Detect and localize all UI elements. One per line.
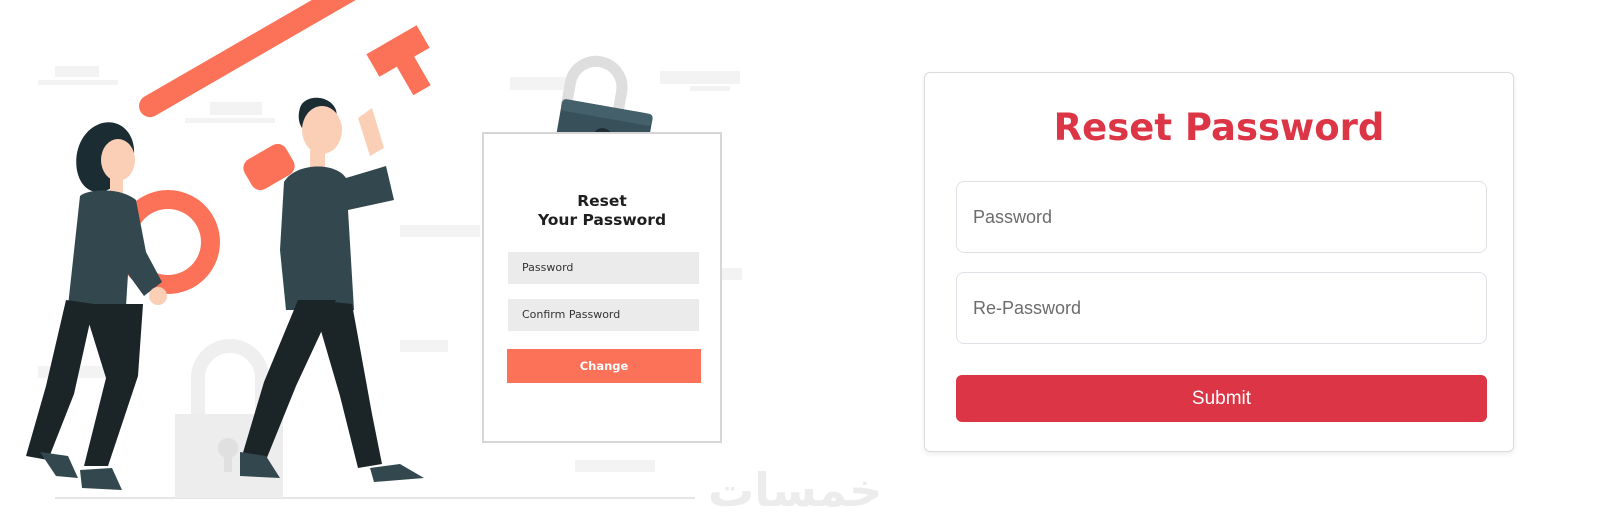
illustration-title-line2: Your Password [537, 211, 667, 229]
reset-password-card: Reset Password Submit [924, 72, 1514, 452]
illustration-art [26, 0, 742, 499]
submit-button[interactable]: Submit [956, 375, 1487, 422]
illustration-confirm-field: Confirm Password [508, 299, 699, 331]
illustration-form-card: Reset Your Password Password Confirm Pas… [482, 132, 722, 443]
illustration-password-field: Password [508, 252, 699, 284]
illustration-change-button: Change [507, 349, 701, 383]
page-title: Reset Password [1053, 106, 1385, 149]
reset-password-illustration: Reset Your Password Password Confirm Pas… [0, 0, 883, 522]
repassword-input[interactable] [956, 272, 1487, 344]
illustration-title-line1: Reset [577, 192, 627, 210]
password-input[interactable] [956, 181, 1487, 253]
watermark-logo: خمسات [708, 463, 883, 517]
